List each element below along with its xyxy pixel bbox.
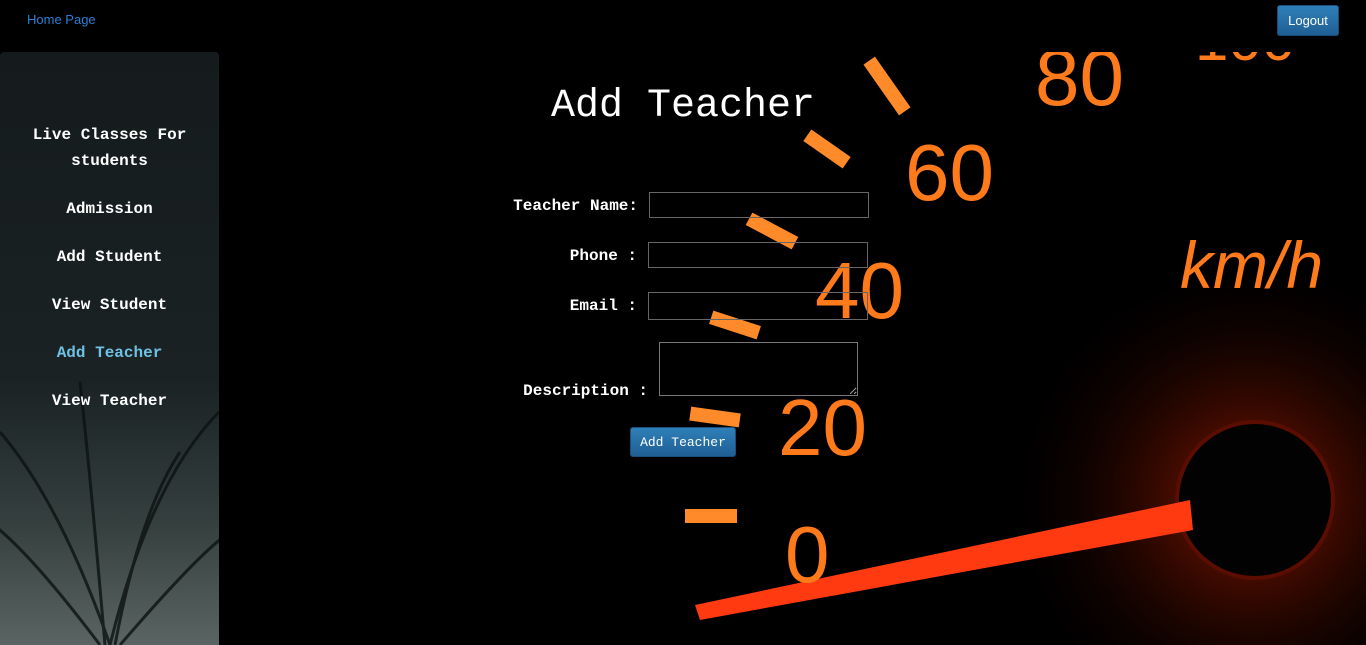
email-label: Email : (569, 297, 637, 315)
teacher-name-input[interactable] (649, 192, 869, 218)
description-label: Description : (523, 382, 648, 400)
gauge-label: 0 (785, 510, 830, 599)
add-teacher-button[interactable]: Add Teacher (630, 427, 736, 457)
top-bar: Home Page Logout (0, 0, 1366, 52)
page-title: Add Teacher (550, 84, 816, 129)
sidebar: Live Classes For students Admission Add … (0, 52, 219, 645)
gauge-label: 60 (905, 128, 994, 217)
sidebar-item-add-teacher[interactable]: Add Teacher (0, 340, 219, 366)
teacher-name-label: Teacher Name: (513, 197, 638, 215)
gauge-unit: km/h (1180, 228, 1323, 302)
email-input[interactable] (648, 292, 868, 320)
phone-input[interactable] (648, 242, 868, 268)
sidebar-item-add-student[interactable]: Add Student (0, 244, 219, 270)
logout-button[interactable]: Logout (1277, 5, 1339, 36)
sidebar-item-live-classes[interactable]: Live Classes For students (0, 122, 219, 174)
home-page-link[interactable]: Home Page (27, 12, 96, 27)
gauge-label: 100 (1195, 52, 1295, 73)
sidebar-item-admission[interactable]: Admission (0, 196, 219, 222)
sidebar-item-view-student[interactable]: View Student (0, 292, 219, 318)
sidebar-item-view-teacher[interactable]: View Teacher (0, 388, 219, 414)
gauge-label: 20 (778, 383, 867, 472)
phone-label: Phone : (569, 247, 637, 265)
description-textarea[interactable] (659, 342, 858, 396)
sidebar-nav: Live Classes For students Admission Add … (0, 122, 219, 436)
